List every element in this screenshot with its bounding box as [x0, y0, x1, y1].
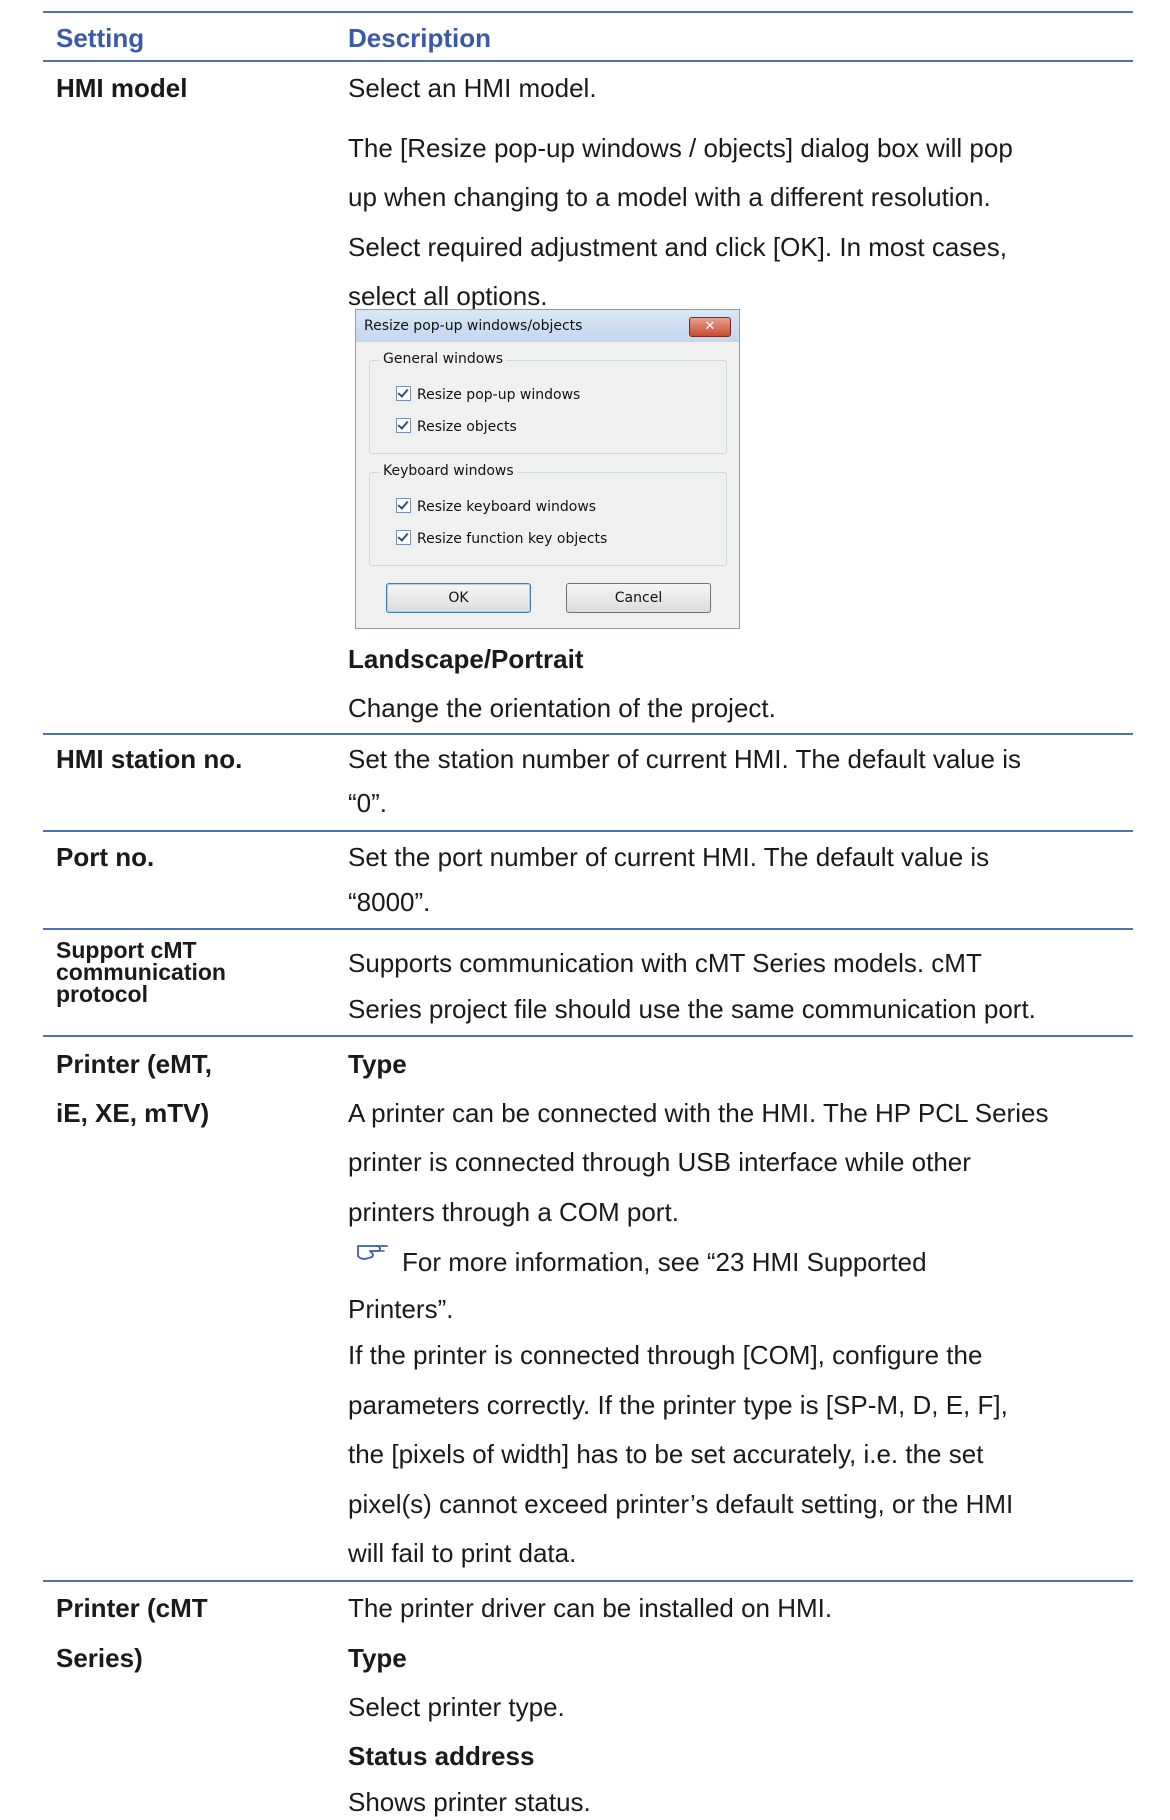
setting-printer-cmt: Series) [56, 1643, 143, 1673]
setting-hmi-station: HMI station no. [56, 744, 243, 774]
printer-cmt-type-heading: Type [348, 1643, 407, 1673]
printer-emt-line: the [pixels of width] has to be set accu… [348, 1439, 984, 1469]
hmi-model-line: Select an HMI model. [348, 73, 597, 103]
resize-keyboard-windows-checkbox[interactable]: Resize keyboard windows [396, 498, 596, 516]
cmt-protocol-line: Series project file should use the same … [348, 994, 1036, 1024]
landscape-portrait-heading: Landscape/Portrait [348, 644, 584, 674]
top-rule [43, 11, 1133, 13]
landscape-portrait-text: Change the orientation of the project. [348, 693, 776, 723]
hmi-model-line: The [Resize pop-up windows / objects] di… [348, 133, 1013, 163]
printer-cmt-line: The printer driver can be installed on H… [348, 1593, 833, 1623]
printer-emt-line: A printer can be connected with the HMI.… [348, 1098, 1049, 1128]
port-line: “8000”. [348, 887, 431, 917]
header-rule [43, 60, 1133, 62]
note-reference-text: For more information, see “23 HMI Suppor… [402, 1247, 927, 1277]
cancel-button[interactable]: Cancel [566, 583, 711, 613]
setting-cmt-protocol: communication [56, 959, 226, 985]
general-windows-group: General windows [369, 351, 727, 454]
checkbox-label: Resize keyboard windows [417, 499, 597, 515]
setting-cmt-protocol: protocol [56, 981, 148, 1007]
pointing-hand-icon [357, 1245, 388, 1260]
cmt-protocol-line: Supports communication with cMT Series m… [348, 948, 982, 978]
resize-function-key-objects-checkbox[interactable]: Resize function key objects [396, 530, 607, 548]
general-windows-label: General windows [380, 351, 507, 367]
dialog-title-bar: Resize pop-up windows/objects ✕ [356, 310, 739, 342]
printer-emt-line: pixel(s) cannot exceed printer’s default… [348, 1489, 1014, 1519]
keyboard-windows-label: Keyboard windows [380, 463, 517, 479]
checkbox-checked-icon [396, 386, 411, 401]
resize-popup-windows-checkbox[interactable]: Resize pop-up windows [396, 386, 580, 404]
port-line: Set the port number of current HMI. The … [348, 842, 990, 872]
printer-emt-line: printer is connected through USB interfa… [348, 1147, 971, 1177]
printer-emt-line: If the printer is connected through [COM… [348, 1340, 983, 1370]
row-rule [43, 830, 1133, 832]
printer-emt-line: parameters correctly. If the printer typ… [348, 1390, 1008, 1420]
hmi-model-line: Select required adjustment and click [OK… [348, 232, 1007, 262]
station-line: “0”. [348, 788, 387, 818]
printer-emt-line: will fail to print data. [348, 1538, 577, 1568]
printer-cmt-status-heading: Status address [348, 1741, 535, 1771]
printer-cmt-type-text: Select printer type. [348, 1692, 565, 1722]
checkbox-label: Resize function key objects [417, 531, 608, 547]
hmi-model-line: up when changing to a model with a diffe… [348, 182, 991, 212]
station-line: Set the station number of current HMI. T… [348, 744, 1021, 774]
row-rule [43, 1580, 1133, 1582]
setting-cmt-protocol: Support cMT [56, 937, 197, 963]
ok-button[interactable]: OK [386, 583, 531, 613]
dialog-title: Resize pop-up windows/objects [364, 318, 583, 334]
setting-printer-emt: Printer (eMT, [56, 1049, 213, 1079]
checkbox-checked-icon [396, 498, 411, 513]
row-rule [43, 1035, 1133, 1037]
row-rule [43, 928, 1133, 930]
checkbox-label: Resize objects [417, 419, 517, 435]
setting-printer-cmt: Printer (cMT [56, 1593, 208, 1623]
setting-printer-emt: iE, XE, mTV) [56, 1098, 210, 1128]
setting-hmi-model: HMI model [56, 73, 188, 103]
printer-cmt-status-text: Shows printer status. [348, 1787, 591, 1817]
resize-objects-checkbox[interactable]: Resize objects [396, 418, 517, 436]
printer-emt-line: printers through a COM port. [348, 1197, 679, 1227]
setting-column-header: Setting [56, 23, 145, 53]
document-page: Setting Description HMI model Select an … [0, 0, 1170, 1817]
setting-port-no: Port no. [56, 842, 155, 872]
checkbox-checked-icon [396, 530, 411, 545]
note-reference-text: Printers”. [348, 1294, 454, 1324]
close-icon[interactable]: ✕ [689, 317, 731, 337]
printer-type-heading: Type [348, 1049, 407, 1079]
keyboard-windows-group: Keyboard windows [369, 463, 727, 566]
checkbox-checked-icon [396, 418, 411, 433]
checkbox-label: Resize pop-up windows [417, 387, 581, 403]
row-rule [43, 733, 1133, 735]
description-column-header: Description [348, 23, 492, 53]
resize-dialog: Resize pop-up windows/objects ✕ General … [355, 309, 740, 629]
